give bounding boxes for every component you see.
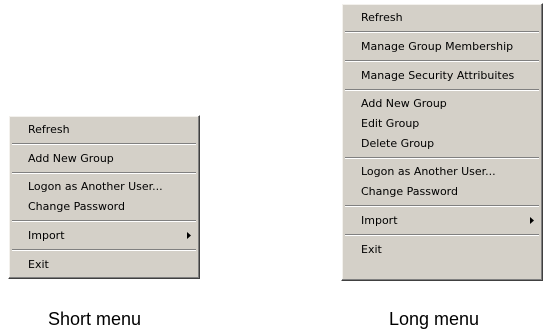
menu-item-add-new-group[interactable]: Add New Group xyxy=(344,94,540,114)
menu-item-label: Exit xyxy=(28,258,49,271)
menu-item-label: Exit xyxy=(361,243,382,256)
menu-item-label: Delete Group xyxy=(361,137,435,150)
menu-separator xyxy=(345,31,539,33)
menu-item-label: Manage Security Attribuites xyxy=(361,69,515,82)
menu-item-label: Refresh xyxy=(361,11,403,24)
menu-separator xyxy=(345,89,539,91)
menu-item-import[interactable]: Import xyxy=(344,210,540,231)
menu-separator xyxy=(345,157,539,159)
short-context-menu: Refresh Add New Group Logon as Another U… xyxy=(8,115,200,279)
menu-item-label: Manage Group Membership xyxy=(361,40,514,53)
menu-item-manage-security-attributes[interactable]: Manage Security Attribuites xyxy=(344,65,540,86)
menu-item-refresh[interactable]: Refresh xyxy=(344,7,540,28)
menu-separator xyxy=(12,172,196,174)
menu-item-label: Logon as Another User... xyxy=(361,165,496,178)
menu-item-logon-as-another-user[interactable]: Logon as Another User... xyxy=(11,177,197,197)
menu-item-add-new-group[interactable]: Add New Group xyxy=(11,148,197,169)
menu-item-manage-group-membership[interactable]: Manage Group Membership xyxy=(344,36,540,57)
menu-separator xyxy=(12,220,196,222)
menu-separator xyxy=(345,234,539,236)
menu-item-exit[interactable]: Exit xyxy=(344,239,540,260)
menu-item-label: Import xyxy=(28,229,65,242)
menu-separator xyxy=(12,249,196,251)
short-menu-caption: Short menu xyxy=(48,309,142,329)
menu-item-exit[interactable]: Exit xyxy=(11,254,197,275)
long-context-menu: Refresh Manage Group Membership Manage S… xyxy=(341,3,543,281)
menu-item-import[interactable]: Import xyxy=(11,225,197,246)
menu-separator xyxy=(345,205,539,207)
menu-item-label: Import xyxy=(361,214,398,227)
menu-item-label: Refresh xyxy=(28,123,70,136)
menu-separator xyxy=(12,143,196,145)
menu-item-label: Change Password xyxy=(361,185,458,198)
menu-item-label: Logon as Another User... xyxy=(28,180,163,193)
menu-item-refresh[interactable]: Refresh xyxy=(11,119,197,140)
menu-item-label: Add New Group xyxy=(28,152,114,165)
menu-item-change-password[interactable]: Change Password xyxy=(344,182,540,202)
menu-item-delete-group[interactable]: Delete Group xyxy=(344,134,540,154)
long-menu-caption: Long menu xyxy=(389,309,480,329)
menu-separator xyxy=(345,60,539,62)
submenu-arrow-icon xyxy=(530,210,534,231)
menu-item-label: Change Password xyxy=(28,200,125,213)
menu-item-edit-group[interactable]: Edit Group xyxy=(344,114,540,134)
menu-item-label: Edit Group xyxy=(361,117,420,130)
menu-item-label: Add New Group xyxy=(361,97,447,110)
menu-item-change-password[interactable]: Change Password xyxy=(11,197,197,217)
submenu-arrow-icon xyxy=(187,225,191,246)
menu-item-logon-as-another-user[interactable]: Logon as Another User... xyxy=(344,162,540,182)
